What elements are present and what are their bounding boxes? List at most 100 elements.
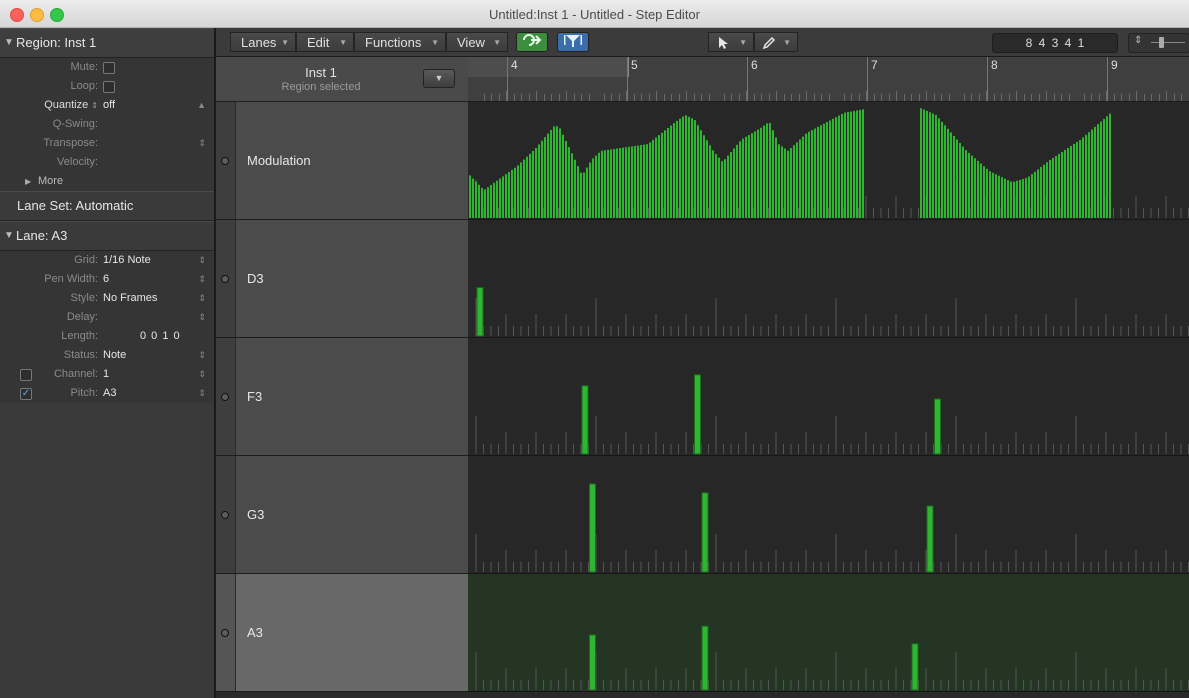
stepper-icon[interactable]: ⇕ [198,365,206,384]
step-bar[interactable] [589,162,591,218]
step-bar[interactable] [475,181,477,218]
status-row[interactable]: Status: Note ⇕ [0,346,214,365]
step-bar[interactable] [781,146,783,218]
step-bar[interactable] [998,175,1000,218]
step-bar[interactable] [640,145,642,218]
step-bar[interactable] [655,137,657,218]
step-bar[interactable] [838,115,840,218]
step-bar[interactable] [574,159,576,218]
disclosure-down-icon[interactable]: ▼ [4,29,14,57]
step-bar[interactable] [658,135,660,218]
step-bar[interactable] [724,159,726,218]
step-bar[interactable] [1058,153,1060,218]
length-row[interactable]: Length: 0 0 1 0 [0,327,214,346]
step-bar[interactable] [1076,141,1078,218]
step-bar[interactable] [1091,129,1093,218]
delay-row[interactable]: Delay: ⇕ [0,308,214,327]
quantize-row[interactable]: Quantize ⇕ off ▲ [0,96,214,115]
step-bar[interactable] [1037,169,1039,218]
step-bar[interactable] [541,140,543,218]
step-bar[interactable] [583,172,585,218]
step-bar[interactable] [799,139,801,218]
step-bar[interactable] [823,123,825,218]
step-bar[interactable] [631,146,633,218]
step-bar[interactable] [733,148,735,218]
step-bar[interactable] [643,144,645,218]
lane-label-f3[interactable]: F3 [216,338,468,456]
pen-width-value[interactable]: 6 [103,270,109,289]
step-bar[interactable] [745,136,747,218]
pen-width-row[interactable]: Pen Width: 6 ⇕ [0,270,214,289]
step-bar[interactable] [1079,139,1081,218]
stepper-icon[interactable]: ⇕ [198,308,206,327]
step-bar[interactable] [499,178,501,218]
step-bar[interactable] [517,165,519,218]
lanes-menu[interactable]: Lanes ▼ [230,32,296,52]
step-bar[interactable] [1040,166,1042,218]
lane-set-header[interactable]: Lane Set: Automatic [0,191,214,221]
position-display[interactable]: 8 4 3 4 1 [992,33,1118,53]
step-grid[interactable] [468,338,1189,456]
step-bar[interactable] [941,121,943,218]
step-bar[interactable] [844,112,846,218]
step-bar[interactable] [1097,124,1099,218]
channel-checkbox[interactable] [20,369,32,381]
step-bar[interactable] [926,505,934,573]
step-bar[interactable] [476,287,484,337]
step-bar[interactable] [586,167,588,218]
step-bar[interactable] [490,184,492,218]
step-bar[interactable] [853,110,855,218]
step-bar[interactable] [1043,164,1045,218]
step-bar[interactable] [1103,118,1105,218]
step-bar[interactable] [856,110,858,218]
step-bar[interactable] [478,184,480,218]
style-value[interactable]: No Frames [103,289,157,308]
zoom-knob[interactable] [1159,37,1164,48]
step-bar[interactable] [532,150,534,218]
lane-area-modulation[interactable] [468,102,1189,220]
step-bar[interactable] [661,132,663,218]
step-bar[interactable] [757,129,759,218]
step-bar[interactable] [763,125,765,218]
step-bar[interactable] [859,109,861,218]
step-bar[interactable] [559,128,561,218]
step-bar[interactable] [580,172,582,218]
step-bar[interactable] [1100,121,1102,218]
step-bar[interactable] [697,125,699,218]
lane-mute-dot[interactable] [221,393,229,401]
step-bar[interactable] [730,151,732,218]
step-bar[interactable] [565,140,567,218]
step-bar[interactable] [983,166,985,218]
step-bar[interactable] [805,133,807,218]
step-bar[interactable] [508,172,510,218]
step-bar[interactable] [538,144,540,218]
step-grid[interactable] [468,220,1189,338]
step-bar[interactable] [1049,159,1051,218]
step-bar[interactable] [616,148,618,218]
step-bar[interactable] [847,112,849,218]
step-bar[interactable] [938,118,940,218]
stepper-icon[interactable]: ⇕ [198,289,206,308]
lane-mute-dot[interactable] [221,275,229,283]
step-bar[interactable] [550,130,552,218]
step-bar[interactable] [826,122,828,218]
step-bar[interactable] [535,147,537,218]
cycle-area[interactable] [468,57,629,77]
step-bar[interactable] [622,147,624,218]
step-bar[interactable] [469,175,471,218]
step-bar[interactable] [1094,126,1096,218]
step-bar[interactable] [1025,178,1027,218]
style-row[interactable]: Style: No Frames ⇕ [0,289,214,308]
step-bar[interactable] [934,398,941,455]
step-bar[interactable] [962,146,964,218]
step-bar[interactable] [1055,155,1057,218]
step-bar[interactable] [604,150,606,218]
step-bar[interactable] [778,144,780,218]
step-bar[interactable] [1052,157,1054,218]
lane-label-d3[interactable]: D3 [216,220,468,338]
step-bar[interactable] [613,148,615,218]
step-bar[interactable] [817,126,819,218]
step-bar[interactable] [514,167,516,218]
step-bar[interactable] [592,158,594,218]
grid-row[interactable]: Grid: 1/16 Note ⇕ [0,251,214,270]
